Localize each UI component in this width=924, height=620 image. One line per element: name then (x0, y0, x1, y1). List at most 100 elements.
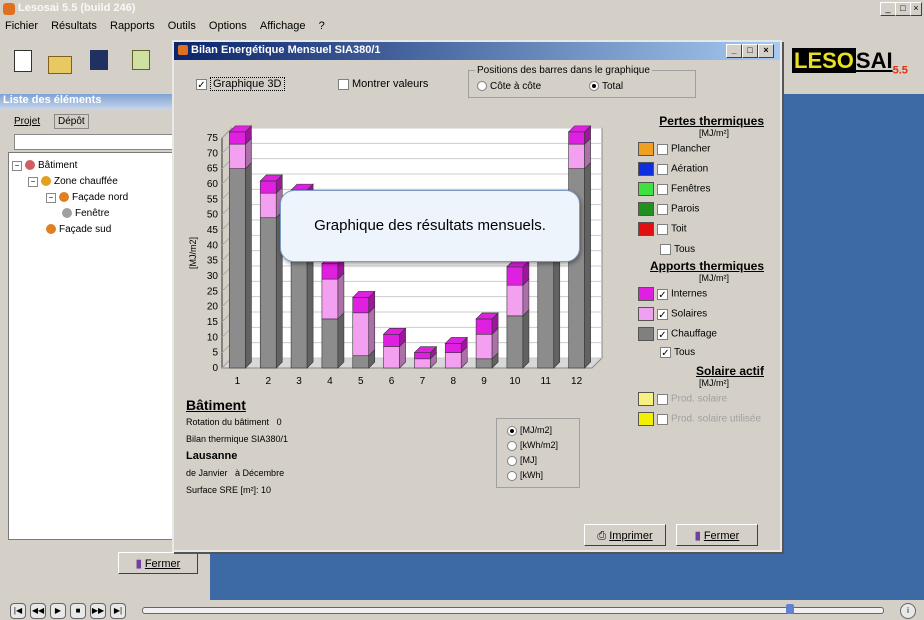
tree-item[interactable]: Façade sud (46, 224, 111, 235)
unit-kwhm2-radio[interactable]: [kWh/m2] (507, 438, 579, 453)
maximize-icon[interactable]: □ (895, 2, 911, 16)
element-icon (41, 176, 51, 187)
stop-icon[interactable]: ■ (70, 603, 86, 619)
expander-icon[interactable]: − (46, 193, 56, 203)
y-tick-label: 35 (207, 256, 219, 267)
unit-mjm2-radio[interactable]: [MJ/m2] (507, 423, 579, 438)
y-tick-label: 10 (207, 332, 219, 343)
legend-item[interactable]: Aération (638, 162, 764, 178)
tree-item[interactable]: − Zone chauffée (28, 176, 118, 187)
dialog-close-icon[interactable]: × (758, 44, 774, 58)
legend-label: Internes (671, 288, 708, 300)
bar-segment (475, 318, 493, 335)
dialog-close-button[interactable]: ▮ Fermer (676, 524, 758, 546)
element-filter-input[interactable] (14, 134, 176, 150)
legend-item[interactable]: ✓ Internes (638, 287, 764, 303)
info-icon[interactable]: i (900, 603, 916, 619)
show-values-check-icon (338, 78, 349, 90)
legend-swatch (638, 222, 654, 236)
tree-item[interactable]: Fenêtre (62, 208, 109, 219)
play-icon[interactable]: ▶ (50, 603, 66, 619)
unit-kwh-radio[interactable]: [kWh] (507, 468, 579, 483)
element-icon (62, 208, 72, 219)
legend-label: Toit (671, 223, 687, 235)
bar-segment (352, 297, 370, 314)
legend-checkbox[interactable] (657, 183, 668, 195)
dialog-minimize-icon[interactable]: _ (726, 44, 742, 58)
legend-item[interactable]: ✓ Solaires (638, 307, 764, 323)
first-icon[interactable]: |◀ (10, 603, 26, 619)
expander-icon[interactable]: − (12, 161, 22, 171)
tooltip-callout: Graphique des résultats mensuels. (280, 190, 580, 262)
new-file-icon[interactable] (14, 50, 32, 72)
rewind-icon[interactable]: ◀◀ (30, 603, 46, 619)
timeline-thumb[interactable] (786, 604, 794, 614)
graph3d-checkbox[interactable]: ✓ Graphique 3D (196, 77, 285, 91)
total-radio[interactable]: Total (589, 81, 623, 92)
legend-label: Plancher (671, 143, 711, 155)
print-button[interactable]: ⎙ Imprimer (584, 524, 666, 546)
legend-checkbox[interactable] (657, 223, 668, 235)
gains-all-checkbox[interactable]: ✓ Tous (660, 347, 764, 359)
dialog-maximize-icon[interactable]: □ (742, 44, 758, 58)
tree-item[interactable]: − Façade nord (46, 192, 128, 203)
menu-outils[interactable]: Outils (163, 18, 201, 34)
app-icon (3, 3, 15, 15)
legend-checkbox[interactable] (657, 413, 668, 425)
tree-item-label: Zone chauffée (54, 176, 118, 187)
legend-item[interactable]: Plancher (638, 142, 764, 158)
legend-item[interactable]: Prod. solaire utilisée (638, 412, 764, 428)
save-icon[interactable] (90, 50, 108, 70)
legend-checkbox[interactable]: ✓ (657, 288, 668, 301)
legend-checkbox[interactable]: ✓ (657, 308, 668, 321)
side-by-side-radio[interactable]: Côte à côte (477, 81, 541, 92)
monthly-energy-dialog: Bilan Energétique Mensuel SIA380/1 _ □ ×… (172, 40, 782, 552)
menu-affichage[interactable]: Affichage (255, 18, 311, 34)
menu-rapports[interactable]: Rapports (105, 18, 160, 34)
legend-item[interactable]: Prod. solaire (638, 392, 764, 408)
show-values-checkbox[interactable]: Montrer valeurs (338, 78, 428, 90)
bar-segment (321, 278, 339, 320)
legend-label: Prod. solaire (671, 393, 728, 405)
preview-icon[interactable] (132, 50, 150, 70)
timeline-slider[interactable] (142, 607, 884, 614)
legend-item[interactable]: Toit (638, 222, 764, 238)
legend-item[interactable]: ✓ Chauffage (638, 327, 764, 343)
minimize-icon[interactable]: _ (880, 2, 896, 16)
x-tick-label: 2 (265, 376, 271, 387)
dialog-titlebar: Bilan Energétique Mensuel SIA380/1 _ □ × (174, 42, 780, 60)
legend-panel: Pertes thermiques [MJ/m²] Plancher Aérati… (634, 114, 764, 428)
left-close-button[interactable]: ▮ Fermer (118, 552, 198, 574)
unit-mj-radio[interactable]: [MJ] (507, 453, 579, 468)
bar-segment (352, 355, 370, 369)
last-icon[interactable]: ▶| (110, 603, 126, 619)
menu-help[interactable]: ? (314, 18, 330, 34)
tab-depot[interactable]: Dépôt (54, 114, 89, 129)
legend-checkbox[interactable] (657, 143, 668, 155)
x-tick-label: 11 (541, 376, 552, 387)
legend-checkbox[interactable] (657, 203, 668, 215)
forward-icon[interactable]: ▶▶ (90, 603, 106, 619)
menu-resultats[interactable]: Résultats (46, 18, 102, 34)
losses-all-checkbox[interactable]: Tous (660, 244, 764, 255)
element-icon (59, 192, 69, 203)
bar-segment (259, 180, 277, 194)
legend-item[interactable]: Fenêtres (638, 182, 764, 198)
tab-projet[interactable]: Projet (14, 116, 40, 127)
y-tick-label: 55 (207, 194, 219, 205)
close-icon[interactable]: × (910, 2, 922, 16)
expander-icon[interactable]: − (28, 177, 38, 187)
legend-checkbox[interactable] (657, 163, 668, 175)
open-folder-icon[interactable] (48, 56, 72, 74)
x-tick-label: 7 (420, 376, 426, 387)
menu-fichier[interactable]: Fichier (0, 18, 43, 34)
legend-checkbox[interactable] (657, 393, 668, 405)
legend-item[interactable]: Parois (638, 202, 764, 218)
legend-checkbox[interactable]: ✓ (657, 328, 668, 341)
x-tick-label: 9 (481, 376, 487, 387)
tree-item[interactable]: − Bâtiment (12, 160, 77, 171)
menu-options[interactable]: Options (204, 18, 252, 34)
legend-swatch (638, 142, 654, 156)
y-tick-label: 60 (207, 179, 219, 190)
tree-item-label: Fenêtre (75, 208, 110, 219)
